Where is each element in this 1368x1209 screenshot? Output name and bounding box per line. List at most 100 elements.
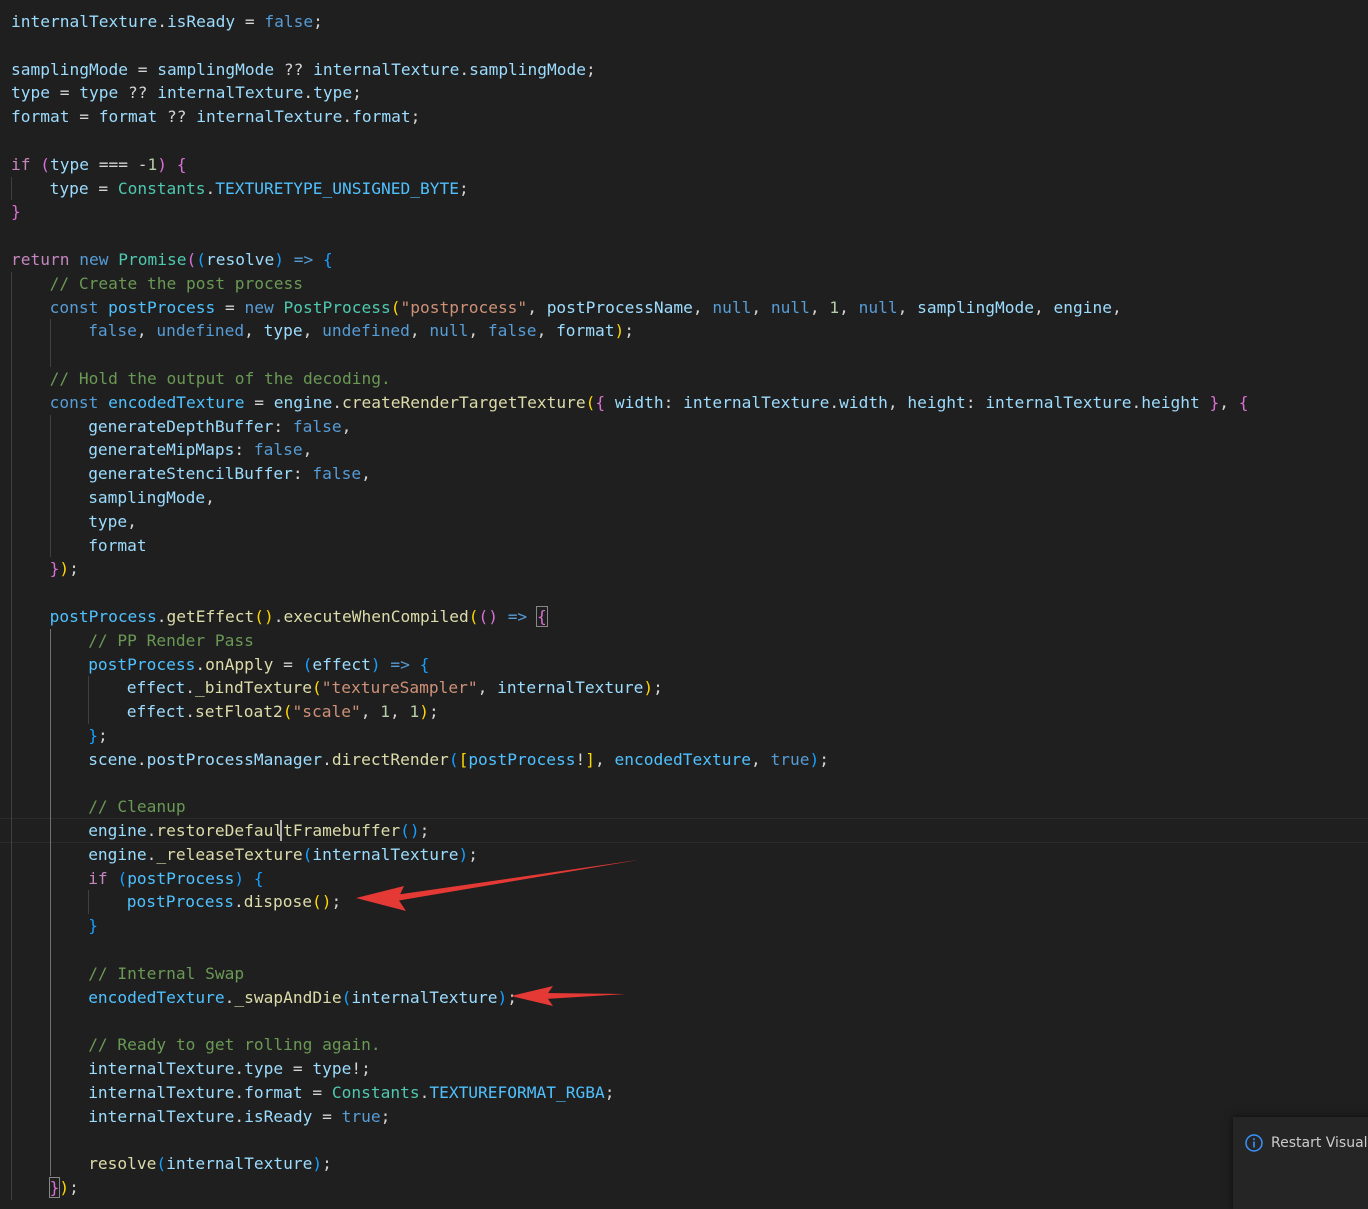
code-line[interactable]: generateMipMaps: false, xyxy=(11,438,1248,462)
code-line[interactable]: generateDepthBuffer: false, xyxy=(11,414,1248,439)
code-token: type xyxy=(79,83,119,103)
code-token: 1 xyxy=(829,297,840,317)
code-token: , xyxy=(839,297,859,317)
code-token: generateDepthBuffer xyxy=(88,416,274,436)
code-line[interactable]: false, undefined, type, undefined, null,… xyxy=(11,319,1248,343)
code-line[interactable]: const encodedTexture = engine.createRend… xyxy=(11,390,1248,415)
code-token: , xyxy=(1112,297,1122,317)
code-line[interactable]: effect._bindTexture("textureSampler", in… xyxy=(11,676,1248,700)
code-token: . xyxy=(234,1106,245,1126)
code-line[interactable]: engine._releaseTexture(internalTexture); xyxy=(11,842,1248,867)
code-line[interactable] xyxy=(11,1009,1248,1034)
indent-guide xyxy=(49,1104,89,1129)
code-token: , xyxy=(361,464,371,484)
indent-guide xyxy=(49,343,89,367)
code-line[interactable]: internalTexture.type = type!; xyxy=(11,1057,1248,1081)
code-token: [ xyxy=(458,749,469,769)
code-line[interactable]: internalTexture.format = Constants.TEXTU… xyxy=(11,1080,1248,1105)
code-editor[interactable]: internalTexture.isReady = false; sampling… xyxy=(0,0,1368,1205)
code-line[interactable]: }; xyxy=(11,723,1248,748)
code-line[interactable]: // Internal Swap xyxy=(11,961,1248,986)
code-line[interactable]: return new Promise((resolve) => { xyxy=(11,248,1248,272)
code-line[interactable]: // Ready to get rolling again. xyxy=(11,1033,1248,1057)
code-line[interactable]: scene.postProcessManager.directRender([p… xyxy=(11,747,1248,772)
code-line[interactable]: // PP Render Pass xyxy=(11,628,1248,653)
code-token: Promise xyxy=(118,249,187,269)
code-token: true xyxy=(770,749,810,769)
code-token: , xyxy=(751,297,771,317)
code-token: . xyxy=(419,1082,430,1102)
code-line[interactable] xyxy=(11,1128,1248,1153)
code-line[interactable]: effect.setFloat2("scale", 1, 1); xyxy=(11,700,1248,724)
code-token: ; xyxy=(819,749,829,769)
code-line[interactable]: postProcess.onApply = (effect) => { xyxy=(11,652,1248,677)
code-line[interactable] xyxy=(11,771,1248,796)
code-token: . xyxy=(459,59,470,79)
code-line[interactable]: } xyxy=(11,914,1248,938)
code-token: , xyxy=(897,297,918,317)
code-token: = xyxy=(69,107,99,127)
code-line[interactable]: // Hold the output of the decoding. xyxy=(11,366,1248,391)
code-token: internalTexture xyxy=(351,987,498,1007)
code-line[interactable]: samplingMode, xyxy=(11,485,1248,510)
indent-guide xyxy=(49,842,89,867)
code-line[interactable]: const postProcess = new PostProcess("pos… xyxy=(11,295,1248,320)
code-line[interactable] xyxy=(11,581,1248,605)
code-token: type xyxy=(50,154,89,174)
indent-guide xyxy=(49,628,89,653)
code-line[interactable]: if (postProcess) { xyxy=(11,866,1248,891)
code-line[interactable]: samplingMode = samplingMode ?? internalT… xyxy=(11,58,1248,82)
code-token: . xyxy=(829,392,840,412)
code-line[interactable]: type, xyxy=(11,509,1248,534)
code-line[interactable]: // Create the post process xyxy=(11,271,1248,296)
indent-guide xyxy=(11,1057,50,1081)
code-token: const xyxy=(49,297,99,317)
code-token: null xyxy=(712,297,752,317)
code-line[interactable] xyxy=(11,938,1248,962)
code-token: directRender xyxy=(331,749,449,769)
code-token: . xyxy=(156,606,167,626)
code-line[interactable]: }); xyxy=(11,1176,1248,1200)
code-line[interactable]: type = Constants.TEXTURETYPE_UNSIGNED_BY… xyxy=(11,176,1248,201)
indent-guide xyxy=(11,343,50,367)
code-line[interactable]: internalTexture.isReady = true; xyxy=(11,1104,1248,1129)
code-line[interactable]: }); xyxy=(11,557,1248,581)
indent-guide xyxy=(11,509,50,534)
code-token: type xyxy=(244,1059,284,1079)
code-token: ; xyxy=(313,12,323,31)
code-line[interactable]: resolve(internalTexture); xyxy=(11,1152,1248,1176)
code-token: scene xyxy=(88,749,137,769)
code-content[interactable]: internalTexture.isReady = false; sampling… xyxy=(11,10,1248,1200)
code-line[interactable]: encodedTexture._swapAndDie(internalTextu… xyxy=(11,985,1248,1010)
code-token: , xyxy=(302,440,313,460)
code-line[interactable]: postProcess.getEffect().executeWhenCompi… xyxy=(11,604,1248,629)
code-token: ( xyxy=(186,249,197,269)
code-token: = xyxy=(127,59,158,79)
code-token: engine xyxy=(273,392,333,412)
code-line[interactable] xyxy=(11,129,1248,153)
code-line[interactable]: postProcess.dispose(); xyxy=(11,890,1248,915)
code-line[interactable]: format = format ?? internalTexture.forma… xyxy=(11,105,1248,129)
code-token: ) xyxy=(312,1154,323,1174)
code-token: , xyxy=(341,416,352,436)
code-line[interactable]: // Cleanup xyxy=(11,795,1248,819)
code-line[interactable]: if (type === -1) { xyxy=(11,153,1248,177)
restart-notification[interactable]: Restart Visual xyxy=(1233,1117,1368,1209)
code-token: = xyxy=(302,1082,332,1102)
code-line[interactable] xyxy=(11,34,1248,58)
code-line[interactable]: internalTexture.isReady = false; xyxy=(11,10,1248,34)
code-token: = xyxy=(244,392,274,412)
code-token: => xyxy=(507,606,528,626)
code-line[interactable]: format xyxy=(11,533,1248,558)
code-line[interactable] xyxy=(11,224,1248,248)
code-line[interactable]: } xyxy=(11,200,1248,224)
code-token: . xyxy=(224,987,235,1007)
indent-guide xyxy=(49,485,89,510)
code-line[interactable] xyxy=(11,343,1248,367)
code-line[interactable]: generateStencilBuffer: false, xyxy=(11,462,1248,486)
indent-guide xyxy=(49,890,89,915)
indent-guide xyxy=(49,1057,89,1081)
code-line[interactable]: type = type ?? internalTexture.type; xyxy=(11,81,1248,105)
code-token: generateStencilBuffer xyxy=(88,464,293,484)
code-line[interactable]: engine.restoreDefaultFramebuffer(); xyxy=(11,819,1248,843)
